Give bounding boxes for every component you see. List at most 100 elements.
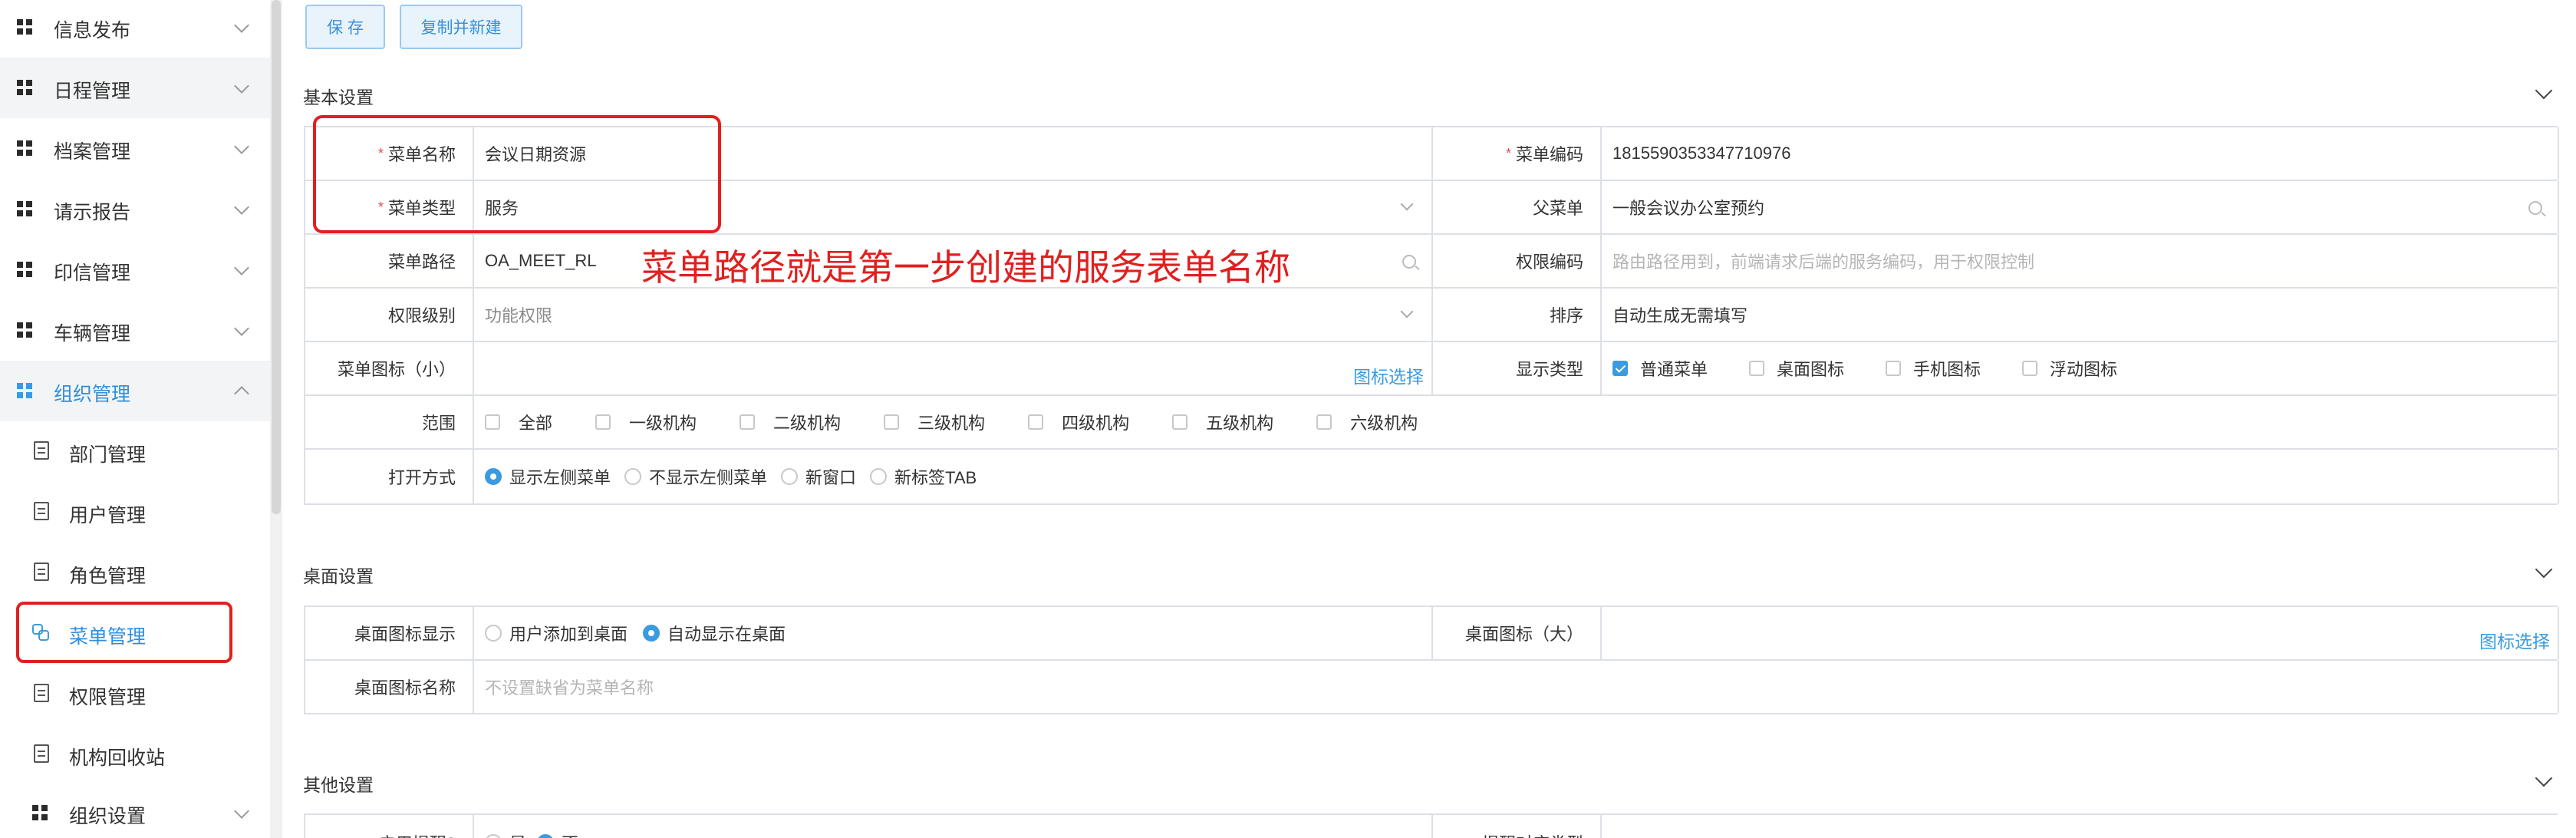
checkbox-icon xyxy=(1028,414,1044,430)
checkbox-scope-all[interactable]: 全部 xyxy=(485,410,552,434)
search-icon[interactable] xyxy=(2528,201,2542,215)
form-row: 范围 全部 一级机构 二级机构 三级机构 四级机构 五级机构 六级机构 xyxy=(305,396,2559,450)
radio-no[interactable]: 否 xyxy=(537,830,578,838)
sidebar-subitem-roles[interactable]: 角色管理 xyxy=(0,543,270,603)
checkbox-mobile-icon[interactable]: 手机图标 xyxy=(1886,356,1981,381)
chevron-down-icon xyxy=(234,78,249,94)
section-title-basic: 基本设置 xyxy=(303,87,374,107)
perm-level-label: 权限级别 xyxy=(305,289,474,341)
order-input[interactable]: 自动生成无需填写 xyxy=(1602,289,2559,341)
sidebar-item-organization[interactable]: 组织管理 xyxy=(0,361,270,421)
sidebar-item-org-settings[interactable]: 组织设置 xyxy=(15,783,270,838)
chevron-down-icon[interactable] xyxy=(2535,81,2553,100)
checkbox-scope-level-6[interactable]: 六级机构 xyxy=(1316,410,1418,434)
radio-hide-left-menu[interactable]: 不显示左侧菜单 xyxy=(624,464,767,489)
desktop-icon-large-label: 桌面图标（大） xyxy=(1433,607,1602,659)
sidebar-item-reports[interactable]: 请示报告 xyxy=(0,179,270,239)
sidebar-subitem-org-recycle[interactable]: 机构回收站 xyxy=(0,724,270,785)
form-row: 权限级别 功能权限 排序 自动生成无需填写 xyxy=(305,289,2559,342)
radio-icon xyxy=(781,468,799,485)
desktop-icon-name-input[interactable]: 不设置缺省为菜单名称 xyxy=(474,661,2559,713)
radio-icon xyxy=(624,468,642,485)
sidebar-item-label: 车辆管理 xyxy=(54,323,131,345)
checkbox-scope-level-4[interactable]: 四级机构 xyxy=(1028,410,1129,434)
enable-reminder-label: 启用提醒? xyxy=(305,815,474,838)
radio-show-left-menu[interactable]: 显示左侧菜单 xyxy=(485,464,611,489)
form-row: 桌面图标名称 不设置缺省为菜单名称 xyxy=(305,661,2559,714)
chevron-down-icon[interactable] xyxy=(2535,560,2553,579)
sidebar-scrollbar[interactable] xyxy=(270,0,282,838)
icon-select-link[interactable]: 图标选择 xyxy=(2479,627,2550,653)
checkbox-scope-level-1[interactable]: 一级机构 xyxy=(595,410,697,434)
checkbox-label: 全部 xyxy=(519,414,553,433)
scrollbar-thumb[interactable] xyxy=(272,0,281,514)
radio-auto-show-desktop[interactable]: 自动显示在桌面 xyxy=(643,621,786,645)
sidebar-subitem-departments[interactable]: 部门管理 xyxy=(0,421,270,482)
annotation-text: 菜单路径就是第一步创建的服务表单名称 xyxy=(641,247,1290,289)
checkbox-desktop-icon[interactable]: 桌面图标 xyxy=(1749,356,1844,381)
search-icon[interactable] xyxy=(1402,255,1416,269)
radio-user-add-to-desktop[interactable]: 用户添加到桌面 xyxy=(485,621,628,645)
sidebar-item-archives[interactable]: 档案管理 xyxy=(0,118,270,179)
grid-icon xyxy=(17,383,32,398)
sidebar-item-schedule[interactable]: 日程管理 xyxy=(0,58,270,118)
radio-yes[interactable]: 是 xyxy=(485,830,526,838)
chevron-down-icon xyxy=(234,321,249,336)
document-icon xyxy=(34,441,49,460)
menu-code-input[interactable]: 1815590353347710976 xyxy=(1602,127,2559,180)
checkbox-scope-level-5[interactable]: 五级机构 xyxy=(1172,410,1273,434)
chevron-down-icon xyxy=(234,139,249,154)
chevron-down-icon xyxy=(1400,305,1414,318)
icon-small-label: 菜单图标（小） xyxy=(305,342,474,394)
checkbox-normal-menu[interactable]: 普通菜单 xyxy=(1612,356,1708,381)
radio-new-window[interactable]: 新窗口 xyxy=(781,464,856,489)
document-icon xyxy=(34,502,49,520)
checkbox-icon xyxy=(884,414,900,430)
save-button[interactable]: 保 存 xyxy=(305,5,385,49)
checkbox-scope-level-3[interactable]: 三级机构 xyxy=(884,410,985,434)
menu-path-label: 菜单路径 xyxy=(305,235,474,287)
radio-label: 否 xyxy=(562,830,578,838)
scope-group: 全部 一级机构 二级机构 三级机构 四级机构 五级机构 六级机构 xyxy=(474,396,2559,448)
sidebar-item-seals[interactable]: 印信管理 xyxy=(0,239,270,300)
main-content: 保 存 复制并新建 基本设置 * 菜单名称 会议日期资源 * 菜单编码 181559… xyxy=(282,0,2576,838)
parent-menu-label: 父菜单 xyxy=(1433,181,1602,233)
checkbox-label: 浮动图标 xyxy=(2050,360,2118,379)
document-icon xyxy=(34,563,49,581)
document-icon xyxy=(34,744,49,763)
checkbox-icon xyxy=(1886,361,1902,376)
checkbox-label: 手机图标 xyxy=(1913,360,1981,379)
chevron-down-icon xyxy=(234,18,249,33)
grid-icon xyxy=(17,322,32,338)
form-row: 桌面图标显示 用户添加到桌面 自动显示在桌面 桌面图标（大） 图标选择 xyxy=(305,607,2559,661)
reminder-type-field[interactable] xyxy=(1602,815,2558,838)
checkbox-icon xyxy=(1172,414,1188,430)
sidebar-item-vehicles[interactable]: 车辆管理 xyxy=(0,300,270,361)
checkbox-icon xyxy=(1749,361,1765,376)
parent-menu-input[interactable]: 一般会议办公室预约 xyxy=(1602,181,2559,233)
radio-icon xyxy=(485,834,502,838)
checkbox-floating-icon[interactable]: 浮动图标 xyxy=(2022,356,2117,381)
checkbox-label: 桌面图标 xyxy=(1777,360,1845,379)
checkbox-checked-icon xyxy=(1612,361,1628,376)
perm-code-input[interactable]: 路由路径用到，前端请求后端的服务编码，用于权限控制 xyxy=(1602,235,2559,287)
copy-and-new-button[interactable]: 复制并新建 xyxy=(400,5,522,49)
icon-select-link[interactable]: 图标选择 xyxy=(1353,362,1424,388)
scope-label: 范围 xyxy=(305,396,474,448)
sidebar-subitem-permissions[interactable]: 权限管理 xyxy=(0,664,270,724)
sidebar-item-label: 档案管理 xyxy=(54,141,131,163)
sidebar-item-label: 信息发布 xyxy=(54,20,131,41)
perm-level-select[interactable]: 功能权限 xyxy=(474,289,1433,341)
checkbox-scope-level-2[interactable]: 二级机构 xyxy=(740,410,841,434)
sidebar-subitem-users[interactable]: 用户管理 xyxy=(0,482,270,543)
perm-code-label: 权限编码 xyxy=(1433,235,1602,287)
sidebar-item-info-publish[interactable]: 信息发布 xyxy=(0,0,270,58)
radio-new-tab[interactable]: 新标签TAB xyxy=(870,464,977,489)
sidebar-item-label: 请示报告 xyxy=(54,202,131,223)
checkbox-label: 一级机构 xyxy=(629,414,697,433)
chevron-down-icon[interactable] xyxy=(2535,769,2553,787)
sidebar-item-label: 组织设置 xyxy=(69,806,147,827)
sidebar-item-label: 印信管理 xyxy=(54,262,131,284)
desktop-icon-display-label: 桌面图标显示 xyxy=(305,607,474,659)
checkbox-label: 四级机构 xyxy=(1062,414,1130,433)
